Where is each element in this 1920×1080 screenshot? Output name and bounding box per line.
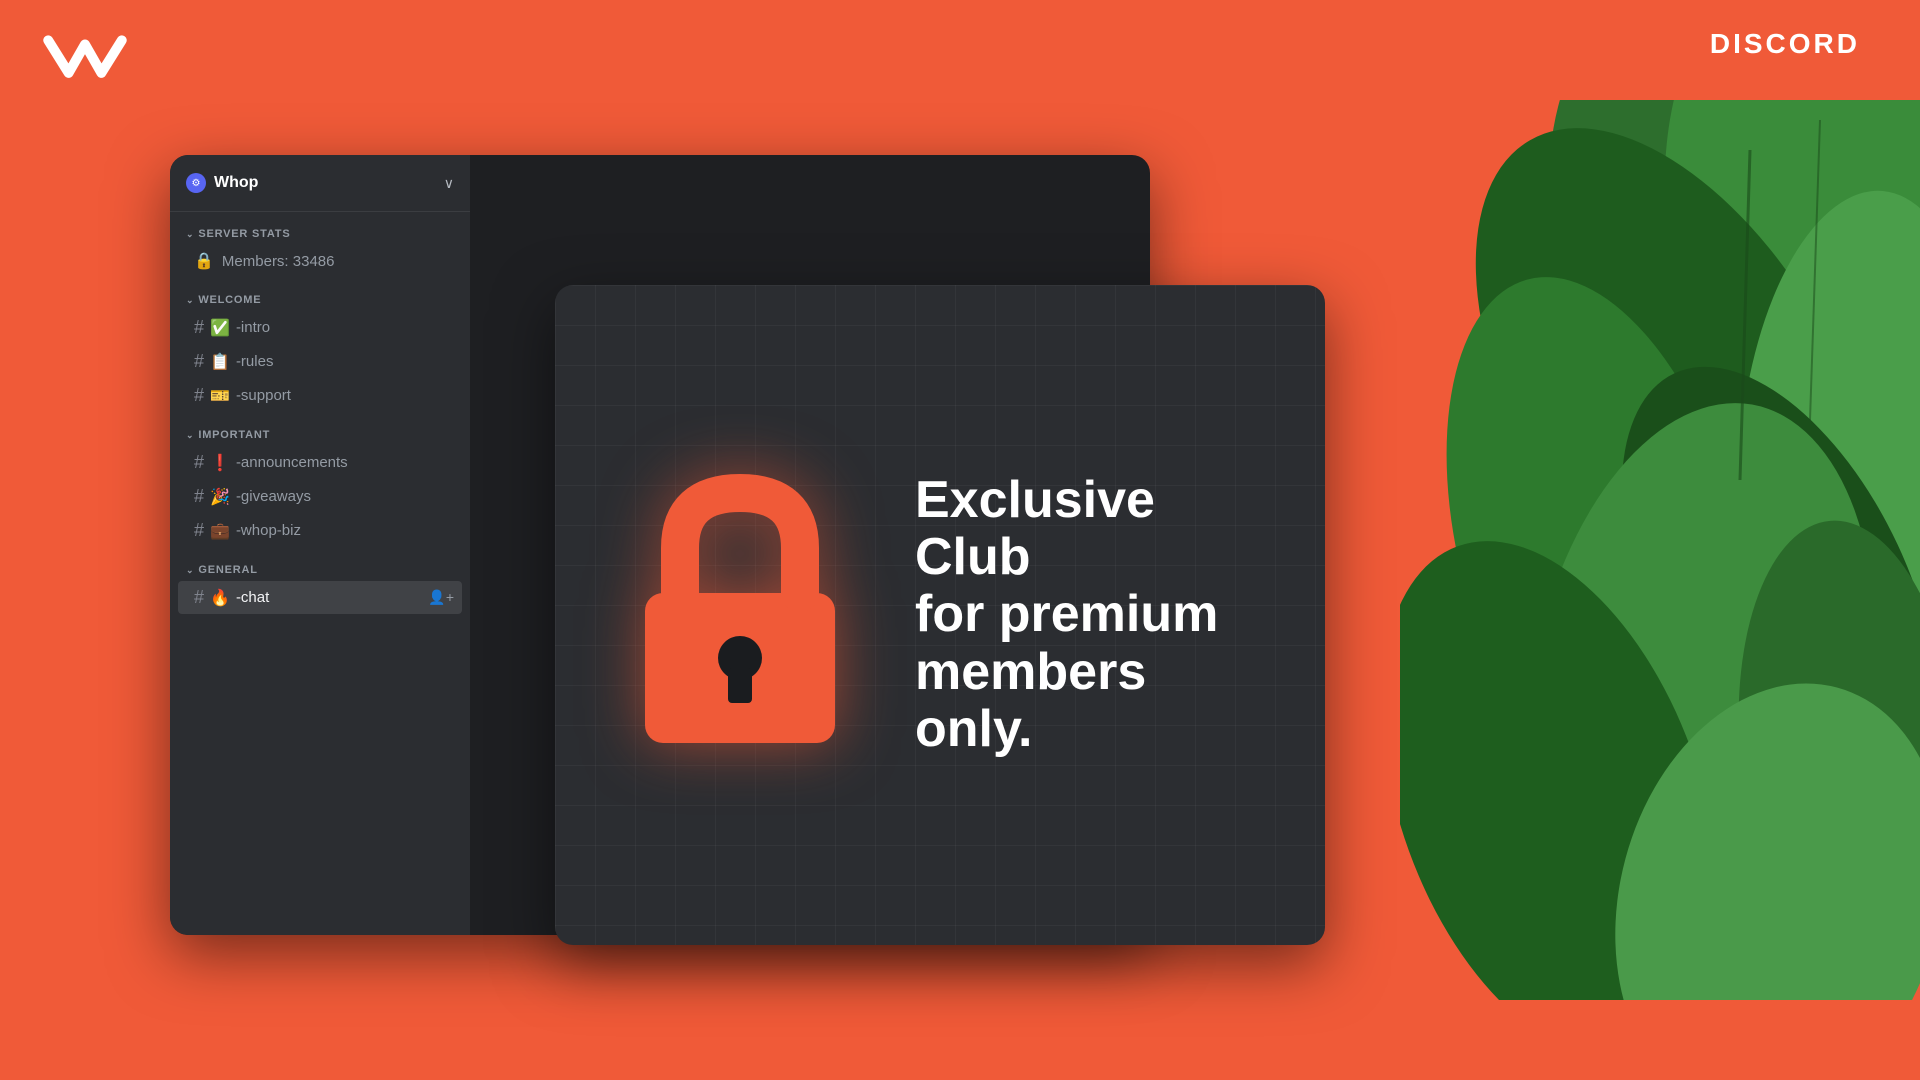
hash-icon: # [194,587,204,608]
channel-name: -rules [236,353,274,370]
hash-icon: # [194,385,204,406]
category-label-welcome: ⌄ WELCOME [186,294,454,306]
category-general: ⌄ GENERAL [170,548,470,580]
category-important: ⌄ IMPORTANT [170,413,470,445]
channel-rules[interactable]: # 📋 -rules [178,345,462,378]
exclusive-text: Exclusive Club for premium members only. [915,472,1255,758]
hash-icon: # [194,351,204,372]
server-header[interactable]: ⚙ Whop ∨ [170,155,470,212]
channel-name: -whop-biz [236,522,301,539]
members-text: Members: 33486 [222,253,335,270]
channel-emoji: 💼 [210,521,230,541]
whop-logo [40,28,130,88]
category-arrow: ⌄ [186,229,194,240]
channel-name: -chat [236,589,269,606]
server-icon: ⚙ [186,173,206,193]
channel-name: -support [236,387,291,404]
channel-intro[interactable]: # ✅ -intro [178,311,462,344]
lock-icon: 🔒 [194,251,214,271]
category-server-stats: ⌄ SERVER STATS [170,212,470,244]
channel-announcements[interactable]: # ❗ -announcements [178,446,462,479]
channel-emoji: 🔥 [210,588,230,608]
channel-emoji: ✅ [210,318,230,338]
channel-emoji: ❗ [210,453,230,473]
members-stat: 🔒 Members: 33486 [178,245,462,277]
front-panel-content: Exclusive Club for premium members only. [585,432,1295,798]
channel-name: -announcements [236,454,348,471]
leaf-decoration [1400,100,1920,1000]
hash-icon: # [194,317,204,338]
channel-whop-biz[interactable]: # 💼 -whop-biz [178,514,462,547]
channel-chat[interactable]: # 🔥 -chat 👤+ [178,581,462,614]
sidebar: ⚙ Whop ∨ ⌄ SERVER STATS 🔒 Members: 33486… [170,155,470,935]
chevron-down-icon: ∨ [444,175,454,192]
hash-icon: # [194,520,204,541]
channel-emoji: 🎉 [210,487,230,507]
channel-giveaways[interactable]: # 🎉 -giveaways [178,480,462,513]
lock-icon-large [625,473,855,758]
discord-label: DISCORD [1710,28,1860,60]
channel-emoji: 🎫 [210,386,230,406]
category-label-important: ⌄ IMPORTANT [186,429,454,441]
channel-support[interactable]: # 🎫 -support [178,379,462,412]
hash-icon: # [194,486,204,507]
category-label-general: ⌄ GENERAL [186,564,454,576]
category-label-server-stats: ⌄ SERVER STATS [186,228,454,240]
add-member-icon[interactable]: 👤+ [428,589,454,606]
hash-icon: # [194,452,204,473]
locked-content-panel: Exclusive Club for premium members only. [555,285,1325,945]
channel-emoji: 📋 [210,352,230,372]
channel-name: -intro [236,319,270,336]
category-welcome: ⌄ WELCOME [170,278,470,310]
channel-name: -giveaways [236,488,311,505]
server-name: Whop [214,174,258,192]
